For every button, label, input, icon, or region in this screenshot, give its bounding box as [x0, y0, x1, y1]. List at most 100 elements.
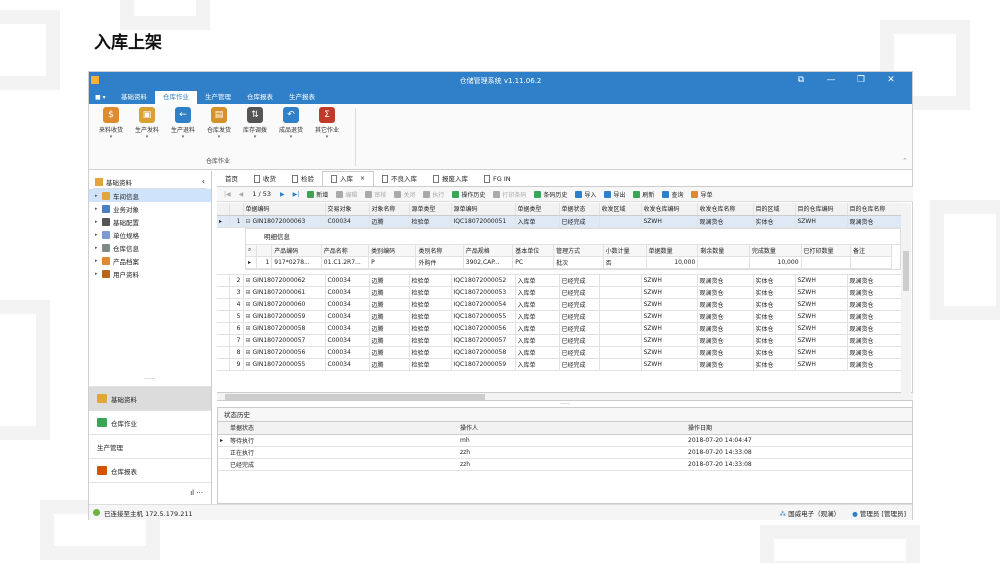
- table-row[interactable]: 9 ⊞ GIN18072000055 C00034 迈腾 检验单 IQC180720000…: [217, 358, 902, 371]
- toolbar-button[interactable]: 审核: [362, 190, 389, 199]
- collapse-sidebar-icon[interactable]: ‹: [202, 177, 205, 186]
- sidebar-item[interactable]: ▸ 单位规格: [89, 228, 211, 241]
- ribbon-button[interactable]: Σ 其它作业 ▾: [309, 107, 345, 140]
- tab-item[interactable]: 收货: [246, 172, 284, 186]
- detail-column-header[interactable]: 剩余数量: [697, 244, 750, 257]
- grid-column-header[interactable]: 单据状态: [559, 203, 600, 216]
- ribbon-button[interactable]: ▤ 仓库发货 ▾: [201, 107, 237, 140]
- menu-warehouse-report[interactable]: 仓库报表: [239, 91, 281, 104]
- grid-column-header[interactable]: 单据类型: [515, 203, 560, 216]
- menu-basic[interactable]: 基础资料: [113, 91, 155, 104]
- table-row[interactable]: 8 ⊞ GIN18072000056 C00034 迈腾 检验单 IQC180720000…: [217, 346, 902, 359]
- ribbon-button[interactable]: ▣ 生产发料 ▾: [129, 107, 165, 140]
- table-row[interactable]: 3 ⊞ GIN18072000061 C00034 迈腾 检验单 IQC180720000…: [217, 286, 902, 299]
- detail-data-row[interactable]: ▸ 1 917*0278... 01.C1.2R7... P 外购件 3902,CAP...…: [246, 256, 892, 269]
- table-row[interactable]: 5 ⊞ GIN18072000059 C00034 迈腾 检验单 IQC180720000…: [217, 310, 902, 323]
- app-menu-button[interactable]: ■ ▾: [95, 91, 113, 104]
- sidebar-item[interactable]: ▸ 车间信息: [89, 189, 211, 202]
- grid-column-header[interactable]: 单据编码: [243, 203, 326, 216]
- detail-column-header[interactable]: 基本单位: [512, 244, 555, 257]
- toolbar-button[interactable]: 编辑: [333, 190, 360, 199]
- toolbar-button[interactable]: 导入: [572, 190, 599, 199]
- toolbar-button[interactable]: 导出: [601, 190, 628, 199]
- detail-column-header[interactable]: 管理方式: [553, 244, 604, 257]
- table-row[interactable]: ▸ 1 ⊟ GIN18072000063 C00034 迈腾 检验单 IQC18072000…: [217, 215, 902, 228]
- status-row[interactable]: ▸ 等待执行 mh 2018-07-20 14:04:47: [218, 434, 912, 447]
- table-row[interactable]: 7 ⊞ GIN18072000057 C00034 迈腾 检验单 IQC180720000…: [217, 334, 902, 347]
- sidebar-options[interactable]: ıl ···: [89, 482, 211, 502]
- status-row[interactable]: 正在执行 zzh 2018-07-20 14:33:08: [218, 446, 912, 459]
- menu-production[interactable]: 生产管理: [197, 91, 239, 104]
- detail-column-header[interactable]: 产品编码: [271, 244, 322, 257]
- collapse-ribbon-icon[interactable]: ⌃: [902, 157, 908, 165]
- nav-button[interactable]: 仓库作业: [89, 410, 211, 434]
- restore-icon[interactable]: ⧉: [786, 74, 816, 87]
- toolbar-button[interactable]: 新增: [304, 190, 331, 199]
- ribbon-button[interactable]: ↶ 成品退货 ▾: [273, 107, 309, 140]
- sidebar-item[interactable]: ▸ 基础配置: [89, 215, 211, 228]
- detail-column-header[interactable]: 类别名称: [415, 244, 464, 257]
- tab-item[interactable]: 入库 ×: [322, 171, 375, 186]
- detail-column-header[interactable]: 完成数量: [749, 244, 802, 257]
- grid-column-header[interactable]: 目的仓库名称: [847, 203, 902, 216]
- grid-column-header[interactable]: 目的区域: [753, 203, 796, 216]
- status-column-header[interactable]: 操作人: [458, 422, 686, 435]
- nav-button[interactable]: 生产管理: [89, 434, 211, 458]
- sidebar-item[interactable]: ▸ 产品档案: [89, 254, 211, 267]
- grid-column-header[interactable]: 收发区域: [599, 203, 642, 216]
- prev-page-button[interactable]: ◀: [236, 191, 247, 198]
- sidebar-item[interactable]: ▸ 仓库信息: [89, 241, 211, 254]
- ribbon-button[interactable]: ⇅ 库存调拨 ▾: [237, 107, 273, 140]
- toolbar-button[interactable]: 条码历史: [531, 190, 570, 199]
- grid-column-header[interactable]: 对象名称: [369, 203, 410, 216]
- toolbar-button[interactable]: 打印条码: [490, 190, 529, 199]
- toolbar-button[interactable]: 查询: [659, 190, 686, 199]
- sidebar-splitter[interactable]: ......: [89, 374, 211, 381]
- close-button[interactable]: ✕: [876, 74, 906, 87]
- detail-column-header[interactable]: 类别编码: [368, 244, 417, 257]
- detail-column-header[interactable]: 产品规格: [463, 244, 514, 257]
- ribbon-button[interactable]: $ 来料收货 ▾: [93, 107, 129, 140]
- menu-warehouse-ops[interactable]: 仓库作业: [155, 91, 197, 104]
- toolbar-button[interactable]: 操作历史: [449, 190, 488, 199]
- sidebar-item[interactable]: ▸ 业务对象: [89, 202, 211, 215]
- tab-item[interactable]: 报废入库: [425, 172, 476, 186]
- nav-button[interactable]: 基础资料: [89, 386, 211, 410]
- menu-production-report[interactable]: 生产报表: [281, 91, 323, 104]
- toolbar-button[interactable]: 刷新: [630, 190, 657, 199]
- grid-column-header[interactable]: 收发仓库名称: [697, 203, 754, 216]
- minimize-button[interactable]: —: [816, 74, 846, 87]
- status-row[interactable]: 已经完成 zzh 2018-07-20 14:33:08: [218, 458, 912, 471]
- scroll-thumb[interactable]: [903, 251, 909, 291]
- tab-item[interactable]: FG IN: [476, 172, 519, 186]
- status-column-header[interactable]: 操作日期: [686, 422, 912, 435]
- tab-item[interactable]: 检验: [284, 172, 322, 186]
- grid-column-header[interactable]: 交易对象: [325, 203, 370, 216]
- maximize-button[interactable]: ❐: [846, 74, 876, 87]
- tab-status-history[interactable]: 状态历史: [218, 408, 912, 422]
- detail-column-header[interactable]: 已打印数量: [801, 244, 852, 257]
- toolbar-button[interactable]: 导单: [688, 190, 715, 199]
- status-column-header[interactable]: 单据状态: [228, 422, 458, 435]
- sidebar-item[interactable]: ▸ 用户资料: [89, 267, 211, 280]
- next-page-button[interactable]: ▶: [277, 191, 288, 198]
- detail-column-header[interactable]: 产品名称: [321, 244, 370, 257]
- grid-vertical-scrollbar[interactable]: [901, 203, 911, 393]
- grid-column-header[interactable]: 目的仓库编码: [795, 203, 848, 216]
- detail-column-header[interactable]: 单据数量: [646, 244, 699, 257]
- tab-item[interactable]: 首页: [217, 172, 246, 186]
- grid-column-header[interactable]: 收发仓库编码: [641, 203, 698, 216]
- table-row[interactable]: 6 ⊞ GIN18072000058 C00034 迈腾 检验单 IQC180720000…: [217, 322, 902, 335]
- table-row[interactable]: 2 ⊞ GIN18072000062 C00034 迈腾 检验单 IQC180720000…: [217, 274, 902, 287]
- table-row[interactable]: 4 ⊞ GIN18072000060 C00034 迈腾 检验单 IQC180720000…: [217, 298, 902, 311]
- grid-column-header[interactable]: 源单编码: [451, 203, 516, 216]
- scroll-thumb[interactable]: [225, 394, 485, 400]
- first-page-button[interactable]: |◀: [221, 191, 234, 198]
- tab-item[interactable]: 不良入库: [374, 172, 425, 186]
- ribbon-button[interactable]: ← 生产退料 ▾: [165, 107, 201, 140]
- close-tab-icon[interactable]: ×: [360, 172, 365, 186]
- toolbar-button[interactable]: 关闭: [391, 190, 418, 199]
- detail-column-header[interactable]: 备注: [850, 244, 892, 257]
- last-page-button[interactable]: ▶|: [290, 191, 303, 198]
- grid-column-header[interactable]: 源单类型: [409, 203, 452, 216]
